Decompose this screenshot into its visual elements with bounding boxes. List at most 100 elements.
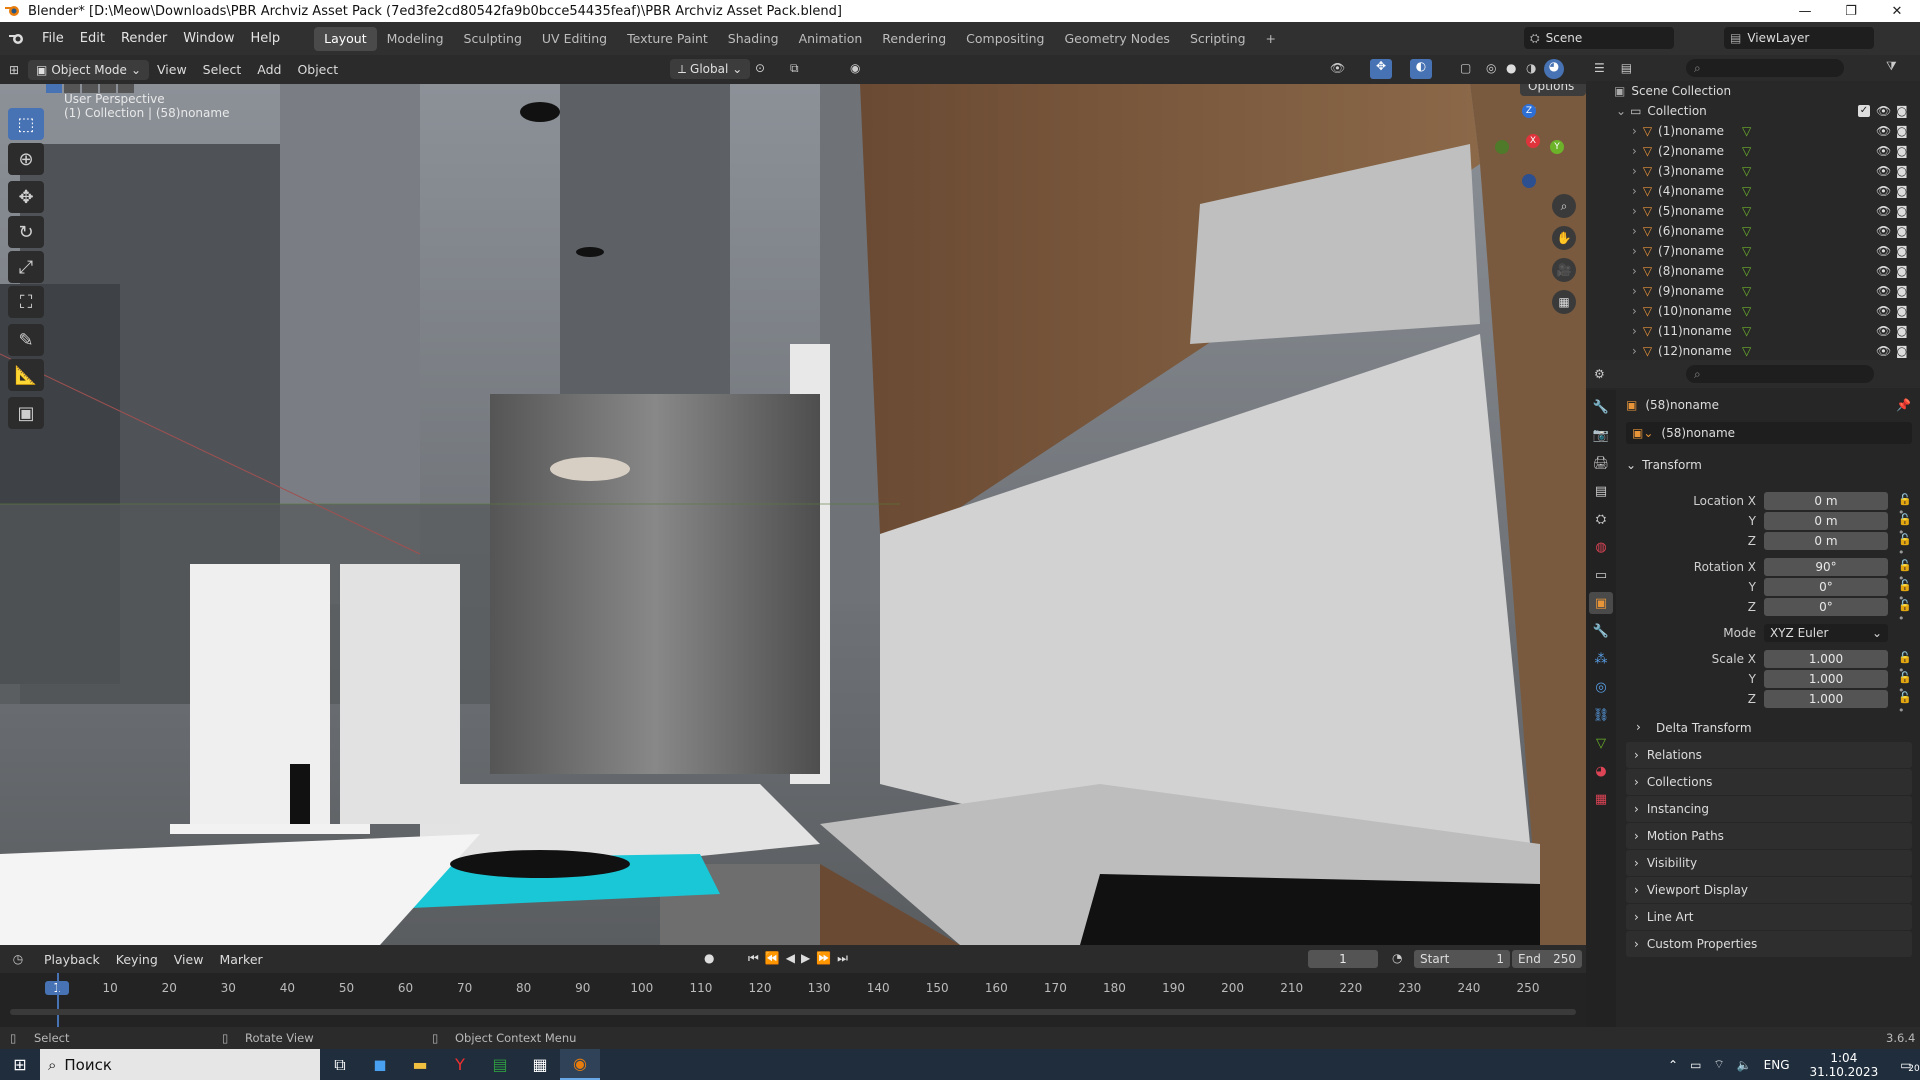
object-datablock-field[interactable]: ▣⌄ (58)noname	[1626, 422, 1912, 444]
workspace-tab-animation[interactable]: Animation	[789, 27, 873, 51]
collection-tab-icon[interactable]: ▭	[1589, 564, 1613, 586]
rendered-shading-icon[interactable]: ◕	[1544, 59, 1564, 79]
expand-chevron-icon[interactable]: ›	[1632, 304, 1637, 318]
camera-icon[interactable]: ◙	[1896, 204, 1908, 218]
outliner-object-row[interactable]: › ▽ (12)noname ▽ 👁 ◙	[1586, 341, 1920, 361]
eye-icon[interactable]: 👁	[1876, 224, 1891, 238]
timeline-scrollbar[interactable]	[10, 1009, 1576, 1015]
lock-icon[interactable]: 🔓 •	[1898, 599, 1912, 625]
expand-chevron-icon[interactable]: ›	[1632, 224, 1637, 238]
workspace-tab-layout[interactable]: Layout	[314, 26, 377, 51]
eye-icon[interactable]: 👁	[1876, 324, 1891, 338]
pin-icon[interactable]: 📌	[1896, 398, 1911, 412]
timeline-editor-icon[interactable]: ◷	[0, 952, 36, 966]
collapsed-panel-header[interactable]: › Motion Paths	[1626, 823, 1912, 849]
scene-collection-row[interactable]: ▣ Scene Collection	[1586, 81, 1920, 101]
menu-render[interactable]: Render	[113, 27, 175, 51]
camera-icon[interactable]: ◙	[1896, 104, 1908, 118]
start-frame-field[interactable]: Start 1	[1414, 950, 1510, 968]
scale-tool-icon[interactable]: ⤢	[8, 251, 44, 283]
outliner-object-row[interactable]: › ▽ (7)noname ▽ 👁 ◙	[1586, 241, 1920, 261]
pan-hand-icon[interactable]: ✋	[1552, 226, 1576, 250]
lock-icon[interactable]: 🔓 •	[1898, 533, 1912, 559]
outliner-object-row[interactable]: › ▽ (10)noname ▽ 👁 ◙	[1586, 301, 1920, 321]
camera-icon[interactable]: ◙	[1896, 164, 1908, 178]
xray-icon[interactable]: ▢	[1460, 61, 1471, 75]
transform-value-field[interactable]: 0 m	[1764, 532, 1888, 550]
gizmo-toggle-icon[interactable]: ✥	[1370, 59, 1392, 79]
scale-value-field[interactable]: 1.000	[1764, 670, 1888, 688]
menu-view[interactable]: View	[149, 62, 195, 77]
transform-value-field[interactable]: 0 m	[1764, 492, 1888, 510]
expand-chevron-icon[interactable]: ›	[1632, 344, 1637, 358]
outliner-object-row[interactable]: › ▽ (1)noname ▽ 👁 ◙	[1586, 121, 1920, 141]
camera-icon[interactable]: ◙	[1896, 184, 1908, 198]
measure-tool-icon[interactable]: 📐	[8, 359, 44, 391]
outliner-object-row[interactable]: › ▽ (2)noname ▽ 👁 ◙	[1586, 141, 1920, 161]
options-button[interactable]: Options ⌄	[1520, 84, 1586, 113]
timeline-area[interactable]: 1102030405060708090100110120130140150160…	[0, 973, 1586, 1027]
editor-type-icon[interactable]: ⊞	[0, 63, 28, 77]
properties-search-icon[interactable]: ⌕	[1686, 365, 1874, 383]
camera-icon[interactable]: ◙	[1896, 124, 1908, 138]
filter-icon[interactable]: ⧩	[1886, 59, 1897, 74]
material-shading-icon[interactable]: ◑	[1526, 61, 1536, 75]
output-tab-icon[interactable]: 🖨	[1589, 452, 1613, 474]
collapsed-panel-header[interactable]: › Line Art	[1626, 904, 1912, 930]
annotate-tool-icon[interactable]: ✎	[8, 324, 44, 356]
collapse-chevron-icon[interactable]: ⌄	[1616, 104, 1626, 118]
taskbar-search[interactable]: ⌕ Поиск	[40, 1049, 320, 1080]
menu-select[interactable]: Select	[195, 62, 250, 77]
record-icon[interactable]: ●	[704, 951, 714, 965]
material-tab-icon[interactable]: ◕	[1589, 760, 1613, 782]
outliner-object-row[interactable]: › ▽ (3)noname ▽ 👁 ◙	[1586, 161, 1920, 181]
select-extend-icon[interactable]	[64, 84, 80, 93]
transform-value-field[interactable]: 0°	[1764, 578, 1888, 596]
expand-chevron-icon[interactable]: ›	[1632, 284, 1637, 298]
rotate-tool-icon[interactable]: ↻	[8, 216, 44, 248]
close-button[interactable]: ✕	[1874, 0, 1920, 22]
lock-icon[interactable]: 🔓 •	[1898, 691, 1912, 717]
outliner-object-row[interactable]: › ▽ (5)noname ▽ 👁 ◙	[1586, 201, 1920, 221]
transform-panel-header[interactable]: ⌄ Transform	[1626, 458, 1702, 472]
outliner-object-row[interactable]: › ▽ (9)noname ▽ 👁 ◙	[1586, 281, 1920, 301]
camera-icon[interactable]: ◙	[1896, 284, 1908, 298]
outliner-object-row[interactable]: › ▽ (6)noname ▽ 👁 ◙	[1586, 221, 1920, 241]
camera-icon[interactable]: ◙	[1896, 344, 1908, 358]
clock[interactable]: 1:04 31.10.2023	[1810, 1051, 1879, 1079]
visibility-icon[interactable]: 👁	[1330, 61, 1345, 75]
transform-tool-icon[interactable]: ⛶	[8, 286, 44, 318]
yandex-browser-icon[interactable]: Y	[440, 1049, 480, 1080]
display-mode-icon[interactable]: ▤	[1613, 61, 1640, 75]
orientation-dropdown[interactable]: ⟂ Global ⌄	[670, 59, 751, 79]
constraints-tab-icon[interactable]: ⛓	[1589, 704, 1613, 726]
workspace-tab-shading[interactable]: Shading	[718, 27, 789, 51]
playback-controls[interactable]: ⏮⏪◀▶⏩⏭	[748, 951, 854, 966]
timeline-menu-marker[interactable]: Marker	[211, 952, 270, 967]
camera-icon[interactable]: ◙	[1896, 324, 1908, 338]
expand-chevron-icon[interactable]: ›	[1632, 144, 1637, 158]
eye-icon[interactable]: 👁	[1876, 124, 1891, 138]
transform-value-field[interactable]: 0°	[1764, 598, 1888, 616]
camera-icon[interactable]: ◙	[1896, 264, 1908, 278]
timeline-menu-keying[interactable]: Keying	[108, 952, 166, 967]
select-box-tool-icon[interactable]: ⬚	[8, 108, 44, 140]
tray-chevron-icon[interactable]: ⌃	[1668, 1058, 1678, 1072]
navigation-gizmo[interactable]: Z X Y	[1490, 104, 1570, 188]
select-intersect-icon[interactable]	[118, 84, 134, 93]
object-tab-icon[interactable]: ▣	[1589, 592, 1613, 614]
data-tab-icon[interactable]: ▽	[1589, 732, 1613, 754]
expand-chevron-icon[interactable]: ›	[1632, 184, 1637, 198]
end-frame-field[interactable]: End 250	[1512, 950, 1582, 968]
collapsed-panel-header[interactable]: › Collections	[1626, 769, 1912, 795]
select-invert-icon[interactable]	[100, 84, 116, 93]
collection-checkbox[interactable]: ✓	[1858, 105, 1870, 117]
tool-tab-icon[interactable]: 🔧	[1589, 396, 1613, 418]
outliner-object-row[interactable]: › ▽ (8)noname ▽ 👁 ◙	[1586, 261, 1920, 281]
gizmo-neg-y[interactable]	[1495, 140, 1509, 154]
outliner-editor-icon[interactable]: ☰	[1586, 61, 1613, 75]
transform-value-field[interactable]: 90°	[1764, 558, 1888, 576]
world-tab-icon[interactable]: ◍	[1589, 536, 1613, 558]
eye-icon[interactable]: 👁	[1876, 184, 1891, 198]
render-tab-icon[interactable]: 📷	[1589, 424, 1613, 446]
